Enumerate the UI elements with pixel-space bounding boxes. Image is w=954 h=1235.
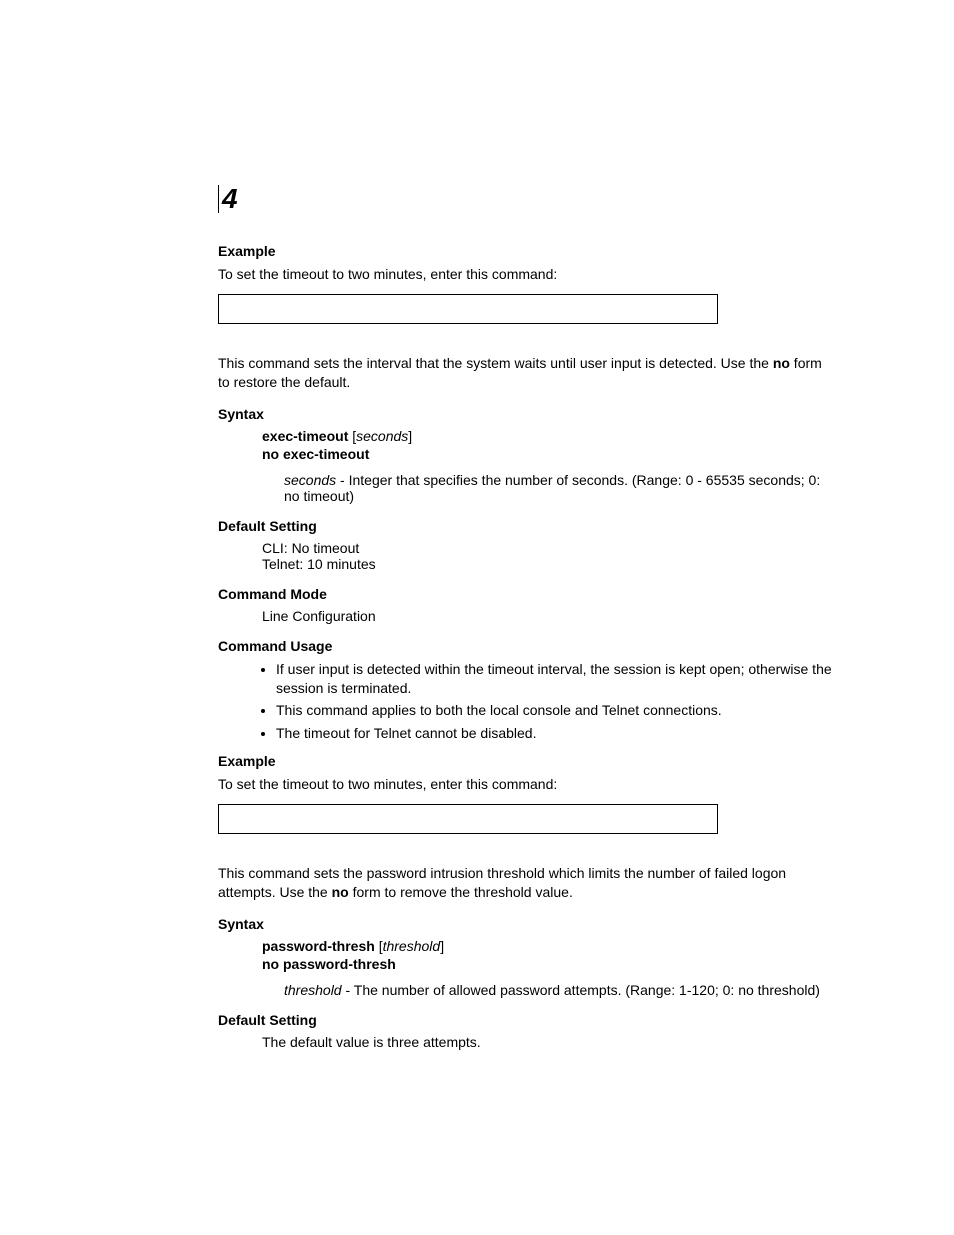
usage-bullet-3: The timeout for Telnet cannot be disable… [276,724,834,743]
desc-bold: no [773,355,790,371]
usage-list-1: If user input is detected within the tim… [218,660,834,744]
desc-pre: This command sets the interval that the … [218,355,773,371]
mode-value-1: Line Configuration [262,608,834,624]
syntax-heading-1: Syntax [218,406,834,422]
param-desc-text: - Integer that specifies the number of s… [284,472,820,504]
syntax-line-1a: exec-timeout [seconds] [262,428,834,444]
param2-desc-text: - The number of allowed password attempt… [342,982,820,998]
syntax-block-1: exec-timeout [seconds] no exec-timeout s… [262,428,834,504]
example-heading-2: Example [218,753,834,769]
syntax2-param: threshold [383,938,441,954]
syntax-cmd: exec-timeout [262,428,348,444]
param-desc-2: threshold - The number of allowed passwo… [284,982,834,998]
default-l1: CLI: No timeout [262,540,834,556]
example-heading-1: Example [218,243,834,259]
default-heading-2: Default Setting [218,1012,834,1028]
default-l2: Telnet: 10 minutes [262,556,834,572]
default-heading-1: Default Setting [218,518,834,534]
code-example-box-2 [218,804,718,834]
syntax-param: seconds [356,428,408,444]
example-intro-1: To set the timeout to two minutes, enter… [218,265,834,284]
code-example-box-1 [218,294,718,324]
syntax-line-2a: password-thresh [threshold] [262,938,834,954]
usage-bullet-2: This command applies to both the local c… [276,701,834,720]
desc2-bold: no [332,884,349,900]
usage-bullet-1: If user input is detected within the tim… [276,660,834,698]
syntax-no-1: no exec-timeout [262,446,834,462]
desc2-post: form to remove the threshold value. [349,884,573,900]
syntax-heading-2: Syntax [218,916,834,932]
syntax-block-2: password-thresh [threshold] no password-… [262,938,834,998]
default-block-1: CLI: No timeout Telnet: 10 minutes [262,540,834,572]
usage-heading-1: Command Usage [218,638,834,654]
syntax-no-2: no password-thresh [262,956,834,972]
command-description-2: This command sets the password intrusion… [218,864,834,902]
param-name: seconds [284,472,336,488]
document-page: 4 Example To set the timeout to two minu… [0,0,954,1164]
param-desc-1: seconds - Integer that specifies the num… [284,472,834,504]
chapter-number: 4 [218,185,241,213]
default-value-2: The default value is three attempts. [262,1034,834,1050]
mode-heading-1: Command Mode [218,586,834,602]
syntax2-cmd: password-thresh [262,938,375,954]
command-description-1: This command sets the interval that the … [218,354,834,392]
example-intro-2: To set the timeout to two minutes, enter… [218,775,834,794]
param2-name: threshold [284,982,342,998]
